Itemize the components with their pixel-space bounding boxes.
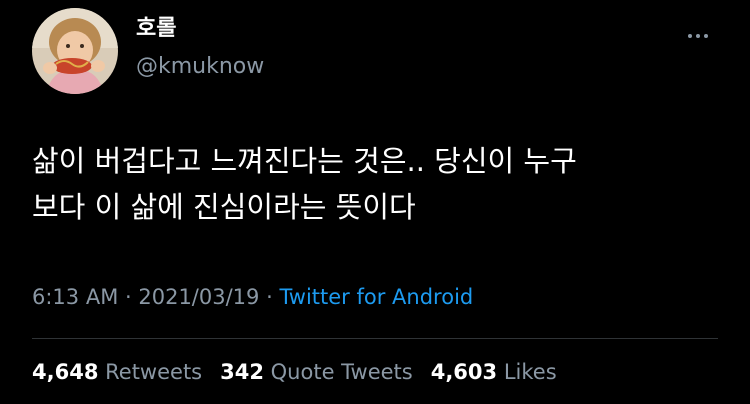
retweets-count: 4,648 <box>32 360 99 384</box>
tweet-time[interactable]: 6:13 AM <box>32 285 118 309</box>
display-name[interactable]: 호롤 <box>136 14 176 44</box>
meta-separator: · <box>118 285 139 309</box>
quote-tweets-label: Quote Tweets <box>270 360 413 384</box>
tweet-date[interactable]: 2021/03/19 <box>138 285 259 309</box>
quote-tweets-count: 342 <box>220 360 264 384</box>
tweet-stats: 4,648 Retweets 342 Quote Tweets 4,603 Li… <box>32 357 557 387</box>
divider <box>32 338 718 339</box>
likes-label: Likes <box>503 360 557 384</box>
avatar[interactable] <box>32 8 118 94</box>
tweet-text: 삶이 버겁다고 느껴진다는 것은.. 당신이 누구 보다 이 삶에 진심이라는 … <box>32 138 712 230</box>
likes-stat[interactable]: 4,603 Likes <box>431 357 557 387</box>
tweet-text-line: 보다 이 삶에 진심이라는 뜻이다 <box>32 190 416 224</box>
retweets-stat[interactable]: 4,648 Retweets <box>32 357 202 387</box>
tweet-text-line: 삶이 버겁다고 느껴진다는 것은.. 당신이 누구 <box>32 144 577 178</box>
tweet-detail: 호롤 @kmuknow 삶이 버겁다고 느껴진다는 것은.. 당신이 누구 보다… <box>0 0 750 404</box>
more-horizontal-icon <box>688 34 692 38</box>
tweet-meta: 6:13 AM · 2021/03/19 · Twitter for Andro… <box>32 282 473 312</box>
user-handle[interactable]: @kmuknow <box>136 52 264 82</box>
retweets-label: Retweets <box>105 360 203 384</box>
more-options-button[interactable] <box>678 24 718 48</box>
quote-tweets-stat[interactable]: 342 Quote Tweets <box>220 357 413 387</box>
likes-count: 4,603 <box>430 360 498 384</box>
meta-separator: · <box>259 285 280 309</box>
tweet-source-link[interactable]: Twitter for Android <box>279 285 473 309</box>
avatar-image <box>32 8 118 94</box>
